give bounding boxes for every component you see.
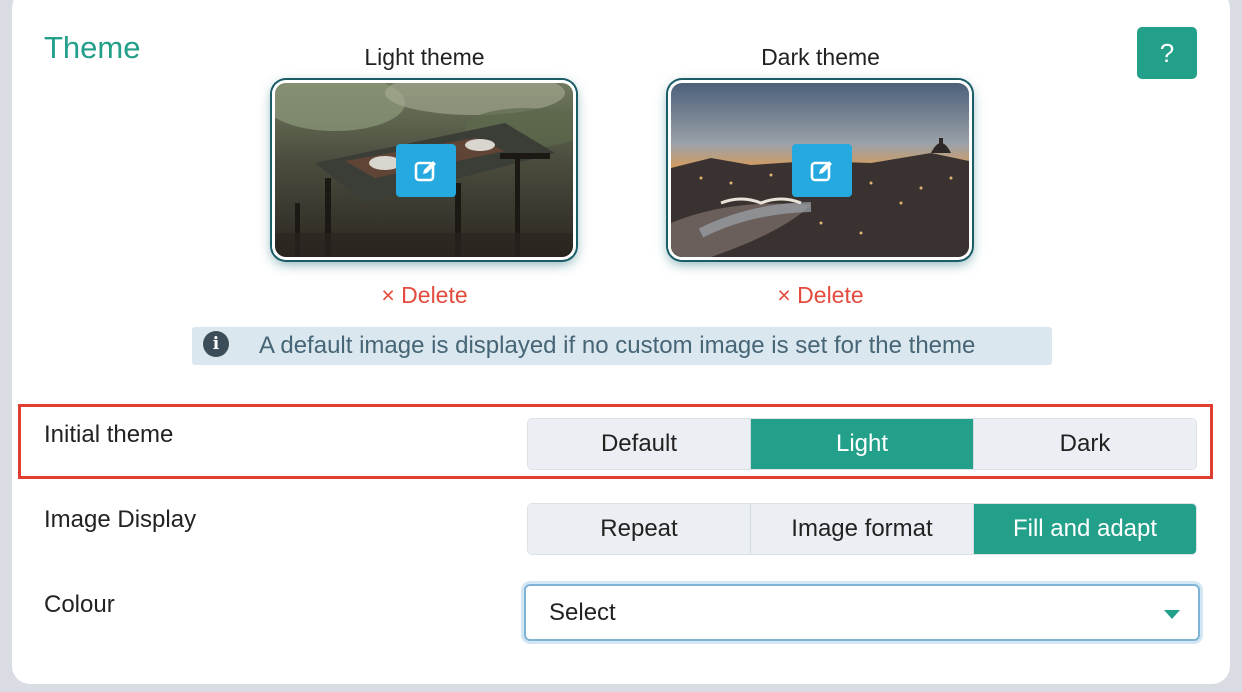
info-banner: i A default image is displayed if no cus… bbox=[192, 327, 1052, 365]
delete-label: Delete bbox=[401, 282, 468, 308]
image-display-option-fill-and-adapt[interactable]: Fill and adapt bbox=[974, 504, 1196, 554]
colour-select[interactable]: Select bbox=[524, 584, 1200, 641]
colour-select-value: Select bbox=[549, 598, 616, 626]
initial-theme-segmented: Default Light Dark bbox=[527, 418, 1197, 470]
image-display-label: Image Display bbox=[44, 506, 197, 533]
edit-light-theme-button[interactable] bbox=[396, 144, 456, 197]
light-theme-image bbox=[272, 80, 576, 260]
light-theme-label: Light theme bbox=[364, 44, 485, 70]
dark-theme-label: Dark theme bbox=[761, 44, 880, 70]
edit-icon bbox=[414, 160, 436, 181]
chevron-down-icon bbox=[1164, 610, 1180, 619]
delete-dark-theme-link[interactable]: × Delete bbox=[668, 282, 973, 309]
initial-theme-label: Initial theme bbox=[44, 421, 174, 448]
help-button[interactable]: ? bbox=[1137, 27, 1197, 79]
image-display-segmented: Repeat Image format Fill and adapt bbox=[527, 503, 1197, 555]
delete-light-theme-link[interactable]: × Delete bbox=[272, 282, 577, 309]
info-text: A default image is displayed if no custo… bbox=[259, 332, 976, 359]
image-display-option-image-format[interactable]: Image format bbox=[751, 504, 974, 554]
initial-theme-option-light[interactable]: Light bbox=[751, 419, 974, 469]
info-icon: i bbox=[203, 331, 229, 357]
close-icon: × bbox=[381, 282, 395, 308]
initial-theme-option-dark[interactable]: Dark bbox=[974, 419, 1196, 469]
close-icon: × bbox=[777, 282, 791, 308]
colour-label: Colour bbox=[44, 591, 115, 618]
initial-theme-option-default[interactable]: Default bbox=[528, 419, 751, 469]
edit-dark-theme-button[interactable] bbox=[792, 144, 852, 197]
edit-icon bbox=[810, 160, 832, 181]
delete-label: Delete bbox=[797, 282, 864, 308]
section-title: Theme bbox=[44, 30, 141, 65]
image-display-option-repeat[interactable]: Repeat bbox=[528, 504, 751, 554]
dark-theme-image bbox=[668, 80, 972, 260]
